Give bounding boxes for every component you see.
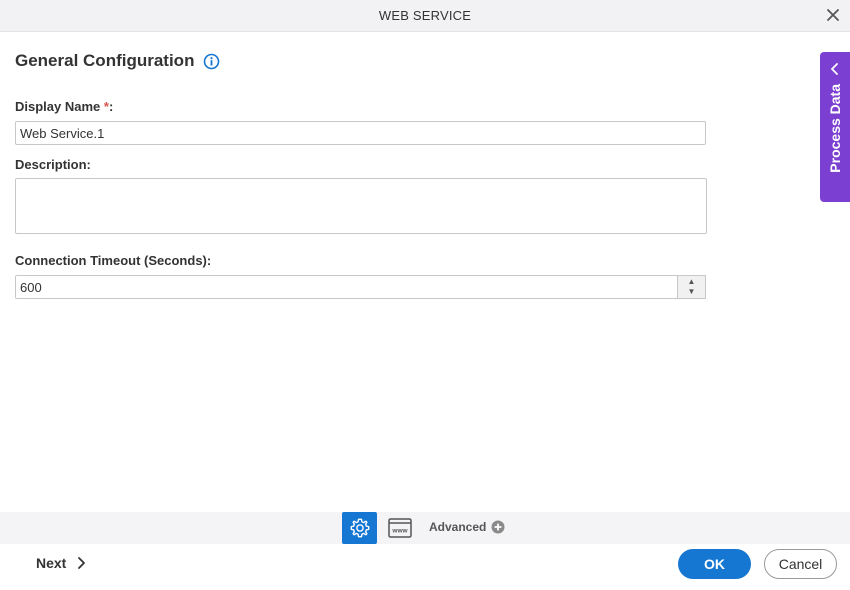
label-colon: : <box>108 99 114 114</box>
dialog-titlebar: WEB SERVICE <box>0 0 850 32</box>
process-data-tab[interactable]: Process Data <box>820 52 850 202</box>
info-icon <box>204 53 220 69</box>
display-name-input[interactable] <box>15 121 706 145</box>
chevron-right-icon <box>76 556 86 570</box>
section-title: General Configuration <box>15 51 195 70</box>
next-label: Next <box>36 555 67 571</box>
timeout-stepper: ▲ ▼ <box>677 275 706 299</box>
display-name-label-text: Display Name <box>15 99 101 114</box>
description-label: Description: <box>15 157 91 172</box>
stepper-up-icon[interactable]: ▲ <box>688 277 696 287</box>
tab-general-configuration[interactable] <box>342 512 377 544</box>
section-heading: General Configuration <box>15 51 220 71</box>
stepper-down-icon[interactable]: ▼ <box>688 287 696 297</box>
description-textarea[interactable] <box>15 178 707 234</box>
chevron-left-icon <box>828 62 842 76</box>
config-tab-bar: www Advanced <box>0 512 850 544</box>
info-button[interactable] <box>203 53 220 70</box>
gear-icon <box>350 518 369 538</box>
dialog-title: WEB SERVICE <box>378 8 472 23</box>
display-name-label: Display Name *: <box>15 99 113 114</box>
close-icon <box>827 9 839 21</box>
plus-circle-icon <box>491 520 505 534</box>
ok-button[interactable]: OK <box>678 549 751 579</box>
next-button[interactable]: Next <box>36 555 86 571</box>
tab-web-service[interactable]: www <box>387 516 413 540</box>
connection-timeout-label: Connection Timeout (Seconds): <box>15 253 212 268</box>
cancel-button[interactable]: Cancel <box>764 549 837 579</box>
advanced-label: Advanced <box>429 520 487 534</box>
svg-text:www: www <box>391 528 408 535</box>
close-button[interactable] <box>822 4 844 26</box>
process-data-label: Process Data <box>827 84 843 173</box>
connection-timeout-input[interactable] <box>15 275 678 299</box>
tab-advanced[interactable]: Advanced <box>429 520 505 534</box>
www-icon: www <box>388 518 412 538</box>
